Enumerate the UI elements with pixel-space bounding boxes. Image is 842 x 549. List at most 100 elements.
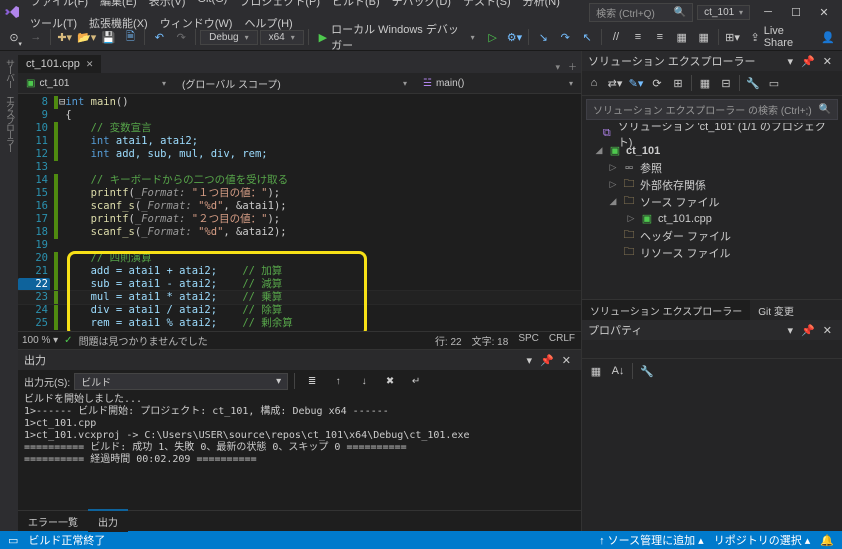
indent-less-icon[interactable]: ≡ <box>628 26 648 48</box>
se-pend-icon[interactable]: ✎▾ <box>626 73 646 93</box>
tree-header-files[interactable]: 🗀ヘッダー ファイル <box>582 227 842 244</box>
search-input[interactable]: 検索 (Ctrl+Q)🔍 <box>589 3 693 22</box>
prop-wrench-icon[interactable]: 🔧 <box>637 361 657 381</box>
server-explorer-tab[interactable]: サーバー エクスプローラー <box>3 55 18 531</box>
se-preview-icon[interactable]: ▭ <box>764 73 784 93</box>
tree-external-deps[interactable]: ▷🗀外部依存関係 <box>582 176 842 193</box>
panel-dropdown-icon[interactable]: ▾ <box>784 324 798 337</box>
se-filter-icon[interactable]: ⊞ <box>668 73 688 93</box>
prop-cat-icon[interactable]: ▦ <box>586 361 606 381</box>
menu-build[interactable]: ビルド(B) <box>326 0 386 12</box>
se-switch-icon[interactable]: ⇄▾ <box>605 73 625 93</box>
save-all-button[interactable]: 🗎 <box>121 26 141 48</box>
panel-close-icon[interactable]: ✕ <box>819 55 836 68</box>
nav-member-select[interactable]: ☱main() <box>415 76 581 91</box>
line-col[interactable]: 行: 22 <box>435 333 462 348</box>
menu-debug[interactable]: デバッグ(D) <box>386 0 457 12</box>
tree-source-files[interactable]: ◢🗀ソース ファイル <box>582 193 842 210</box>
code-nav-bar: ▣ct_101 (グローバル スコープ) ☱main() <box>18 73 581 94</box>
uncomment-icon[interactable]: ▦ <box>694 26 714 48</box>
account-icon[interactable]: 👤 <box>818 26 838 48</box>
step-out-icon[interactable]: ↖ <box>577 26 597 48</box>
left-tool-rail: サーバー エクスプローラー ツールボックス <box>0 51 18 531</box>
startup-project-select[interactable]: ct_101 <box>697 5 750 20</box>
nav-project-select[interactable]: ▣ct_101 <box>18 76 174 91</box>
indent-more-icon[interactable]: ≡ <box>650 26 670 48</box>
window-minimize-button[interactable]: ─ <box>754 2 782 22</box>
live-share-button[interactable]: ⇪ Live Share <box>744 26 816 48</box>
tree-solution[interactable]: ⧉ソリューション 'ct_101' (1/1 のプロジェクト) <box>582 125 842 142</box>
repo-select[interactable]: リポジトリの選択 ▴ <box>714 532 811 548</box>
editor-tab-active[interactable]: ct_101.cpp ✕ <box>18 55 101 73</box>
comment-block-icon[interactable]: ▦ <box>672 26 692 48</box>
save-button[interactable]: 💾 <box>99 26 119 48</box>
tab-dropdown-icon[interactable]: ▾ <box>551 62 564 73</box>
nav-back-button[interactable]: ⊙▾ <box>4 26 24 48</box>
prop-alpha-icon[interactable]: A↓ <box>608 361 628 381</box>
tree-source-file[interactable]: ▷▣ct_101.cpp <box>582 210 842 227</box>
nav-scope-select[interactable]: (グローバル スコープ) <box>174 74 415 93</box>
se-search-input[interactable]: ソリューション エクスプローラー の検索 (Ctrl+;)🔍 <box>586 99 838 120</box>
menu-test[interactable]: テスト(S) <box>457 0 517 12</box>
se-showall-icon[interactable]: ▦ <box>695 73 715 93</box>
code-editor[interactable]: 8910111213141516171819202122232425262728… <box>18 94 581 331</box>
panel-pin-icon[interactable]: 📌 <box>536 354 558 367</box>
tab-more-icon[interactable]: ＋ <box>564 60 581 73</box>
start-no-debug-button[interactable]: ▷ <box>483 26 503 48</box>
nav-fwd-button[interactable]: → <box>26 26 46 48</box>
eol-mode[interactable]: CRLF <box>549 333 575 348</box>
out-prev-icon[interactable]: ↑ <box>327 370 349 392</box>
undo-button[interactable]: ↶ <box>149 26 169 48</box>
se-collapse-icon[interactable]: ⊟ <box>716 73 736 93</box>
code-area[interactable]: ⊟int main() { // 変数宣言 int atai1, atai2; … <box>59 94 581 331</box>
extra-tool-icon[interactable]: ⊞▾ <box>723 26 743 48</box>
solution-tree[interactable]: ⧉ソリューション 'ct_101' (1/1 のプロジェクト) ◢▣ct_101… <box>582 123 842 299</box>
step-over-icon[interactable]: ↷ <box>555 26 575 48</box>
out-goto-icon[interactable]: ≣ <box>301 370 323 392</box>
menu-file[interactable]: ファイル(F) <box>24 0 94 12</box>
panel-pin-icon[interactable]: 📌 <box>797 55 819 68</box>
se-home-icon[interactable]: ⌂ <box>584 73 604 93</box>
panel-pin-icon[interactable]: 📌 <box>797 324 819 337</box>
panel-dropdown-icon[interactable]: ▾ <box>523 354 537 367</box>
out-next-icon[interactable]: ↓ <box>353 370 375 392</box>
window-maximize-button[interactable]: ☐ <box>782 2 810 22</box>
menu-view[interactable]: 表示(V) <box>143 0 192 12</box>
new-project-button[interactable]: ✚▾ <box>55 26 75 48</box>
menu-edit[interactable]: 編集(E) <box>94 0 143 12</box>
se-props-icon[interactable]: 🔧 <box>743 73 763 93</box>
step-into-icon[interactable]: ↘ <box>533 26 553 48</box>
config-select[interactable]: Debug <box>200 30 257 45</box>
source-control-add[interactable]: ↑ ソース管理に追加 ▴ <box>599 532 704 548</box>
window-close-button[interactable]: ✕ <box>810 2 838 22</box>
char-col[interactable]: 文字: 18 <box>472 333 509 348</box>
tab-error-list[interactable]: エラー一覧 <box>18 511 88 532</box>
run-debug-button[interactable]: ▶ ローカル Windows デバッガー <box>313 26 481 48</box>
out-clear-icon[interactable]: ✖ <box>379 370 401 392</box>
se-sync-icon[interactable]: ⟳ <box>647 73 667 93</box>
redo-button[interactable]: ↷ <box>171 26 191 48</box>
build-options-icon[interactable]: ⚙▾ <box>505 26 525 48</box>
tree-references[interactable]: ▷▫▫参照 <box>582 159 842 176</box>
notifications-icon[interactable]: 🔔 <box>820 534 834 547</box>
out-wrap-icon[interactable]: ↵ <box>405 370 427 392</box>
panel-close-icon[interactable]: ✕ <box>558 354 575 367</box>
tab-git-changes[interactable]: Git 変更 <box>750 300 802 321</box>
platform-select[interactable]: x64 <box>260 30 304 45</box>
menu-analyze[interactable]: 分析(N) <box>517 0 566 12</box>
open-button[interactable]: 📂▾ <box>77 26 97 48</box>
tab-close-icon[interactable]: ✕ <box>86 59 94 70</box>
tab-output[interactable]: 出力 <box>88 509 128 532</box>
tab-solution-explorer[interactable]: ソリューション エクスプローラー <box>582 300 750 321</box>
output-source-select[interactable]: ビルド▾ <box>74 373 288 390</box>
menu-project[interactable]: プロジェクト(P) <box>233 0 326 12</box>
zoom-select[interactable]: 100 % ▾ <box>22 335 58 346</box>
tree-resource-files[interactable]: 🗀リソース ファイル <box>582 244 842 261</box>
status-box-icon[interactable]: ▭ <box>8 534 18 547</box>
panel-close-icon[interactable]: ✕ <box>819 324 836 337</box>
toggle-comment-icon[interactable]: // <box>606 26 626 48</box>
menu-git[interactable]: Git(G) <box>191 0 233 12</box>
indent-mode[interactable]: SPC <box>518 333 539 348</box>
output-text[interactable]: ビルドを開始しました... 1>------ ビルド開始: プロジェクト: ct… <box>18 392 581 510</box>
panel-dropdown-icon[interactable]: ▾ <box>784 55 798 68</box>
